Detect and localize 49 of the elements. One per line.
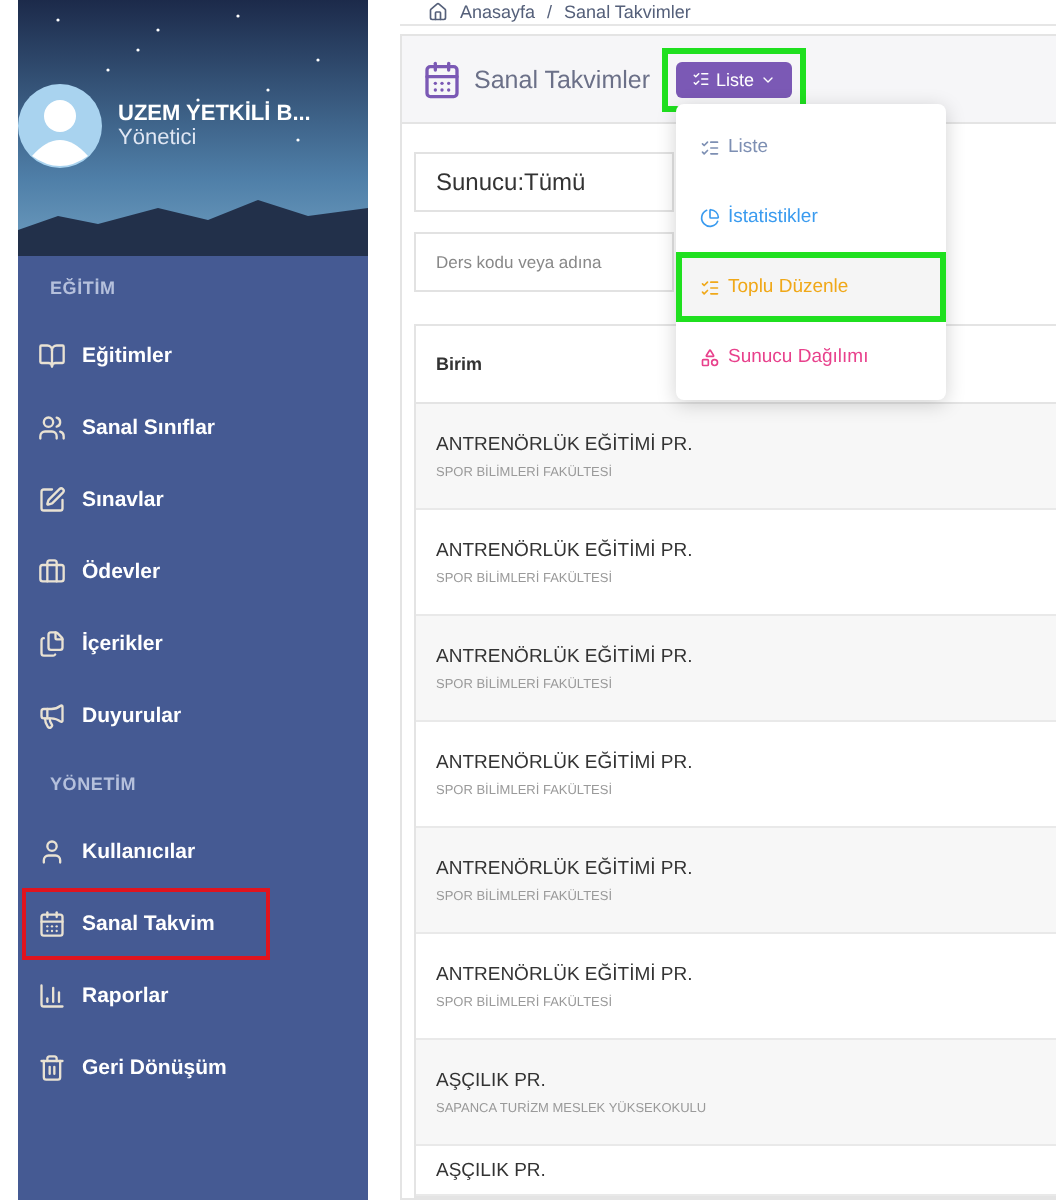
sidebar-section-label: EĞİTİM [48,276,118,302]
edit-icon [38,486,66,514]
unit-name: ANTRENÖRLÜK EĞİTİMİ PR. [436,963,695,985]
breadcrumb-link[interactable]: Sanal Takvimler [564,2,691,22]
unit-name: AŞÇILIK PR. [436,1069,548,1091]
megaphone-icon [38,702,66,730]
sidebar-section-label: YÖNETİM [48,772,139,798]
sidebar-item[interactable]: Ödevler [22,536,364,608]
sidebar-item[interactable]: İçerikler [22,608,364,680]
home-icon [428,2,448,22]
user-name: UZEM YETKİLİ B... [118,102,311,126]
files-icon [38,630,66,658]
search-field[interactable]: Ders kodu veya adına [414,232,674,292]
sidebar-item[interactable]: Sınavlar [22,464,364,536]
page-title: Sanal Takvimler [474,65,651,93]
sidebar-item[interactable]: Sanal Takvim [22,888,270,960]
sidebar-item[interactable]: Duyurular [22,680,364,752]
calendar-icon [422,59,462,99]
book-icon [38,342,66,370]
unit-name: ANTRENÖRLÜK EĞİTİMİ PR. [436,645,695,667]
column-header: Birim [436,354,483,374]
breadcrumb-separator: / [547,2,553,22]
unit-name: ANTRENÖRLÜK EĞİTİMİ PR. [436,433,695,455]
presenter-select[interactable]: Sunucu:Tümü [414,152,674,212]
user-role: Yönetici [118,126,199,150]
list-icon [692,70,711,88]
shapes-icon [700,347,720,367]
breadcrumb-link[interactable]: Anasayfa [460,2,536,22]
trash-icon [38,1054,66,1082]
sidebar-item[interactable]: Raporlar [22,960,364,1032]
calendar-icon [38,910,66,938]
sidebar-item[interactable]: Geri Dönüşüm [22,1032,364,1104]
list-icon [700,137,720,157]
unit-name: ANTRENÖRLÜK EĞİTİMİ PR. [436,539,695,561]
users-icon [38,414,66,442]
unit-name: ANTRENÖRLÜK EĞİTİMİ PR. [436,857,695,879]
view-dropdown-button[interactable]: Liste [676,61,793,97]
unit-name: ANTRENÖRLÜK EĞİTİMİ PR. [436,751,695,773]
briefcase-icon [38,558,66,586]
sidebar-item[interactable]: Sanal Sınıflar [22,392,364,464]
avatar-icon [18,84,102,168]
sidebar-item[interactable]: Kullanıcılar [22,816,364,888]
pie-chart-icon [700,207,720,227]
list-icon [700,277,720,297]
bar-chart-icon [38,982,66,1010]
unit-name: AŞÇILIK PR. [436,1159,548,1181]
sidebar-item[interactable]: Eğitimler [22,320,364,392]
menu-item[interactable]: Sunucu Dağılımı [676,322,946,392]
user-icon [38,838,66,866]
